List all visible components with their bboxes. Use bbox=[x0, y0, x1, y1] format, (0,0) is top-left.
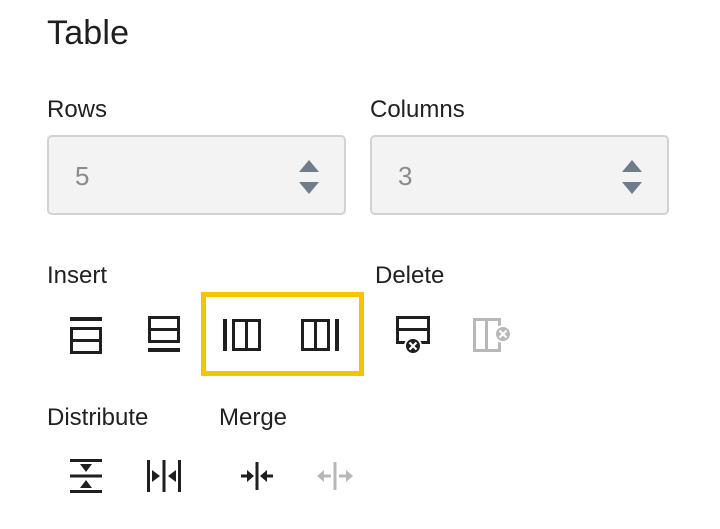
merge-cells-icon[interactable] bbox=[235, 454, 279, 498]
distribute-rows-icon[interactable] bbox=[64, 454, 108, 498]
insert-row-below-icon[interactable] bbox=[142, 313, 186, 357]
delete-row-icon[interactable] bbox=[391, 313, 435, 357]
merge-label: Merge bbox=[219, 404, 288, 431]
rows-stepper[interactable]: 5 bbox=[47, 135, 346, 215]
stepper-arrows-icon[interactable] bbox=[621, 159, 643, 195]
distribute-columns-icon[interactable] bbox=[142, 454, 186, 498]
columns-stepper[interactable]: 3 bbox=[370, 135, 669, 215]
insert-row-above-icon[interactable] bbox=[64, 313, 108, 357]
delete-column-icon bbox=[469, 313, 513, 357]
rows-label: Rows bbox=[47, 96, 108, 123]
split-cells-icon bbox=[313, 454, 357, 498]
stepper-arrows-icon[interactable] bbox=[298, 159, 320, 195]
delete-label: Delete bbox=[375, 262, 445, 289]
distribute-label: Distribute bbox=[47, 404, 149, 431]
columns-label: Columns bbox=[370, 96, 465, 123]
columns-value[interactable]: 3 bbox=[398, 161, 412, 192]
insert-column-highlight bbox=[201, 292, 364, 376]
panel-title: Table bbox=[47, 14, 130, 52]
insert-label: Insert bbox=[47, 262, 108, 289]
rows-value[interactable]: 5 bbox=[75, 161, 89, 192]
